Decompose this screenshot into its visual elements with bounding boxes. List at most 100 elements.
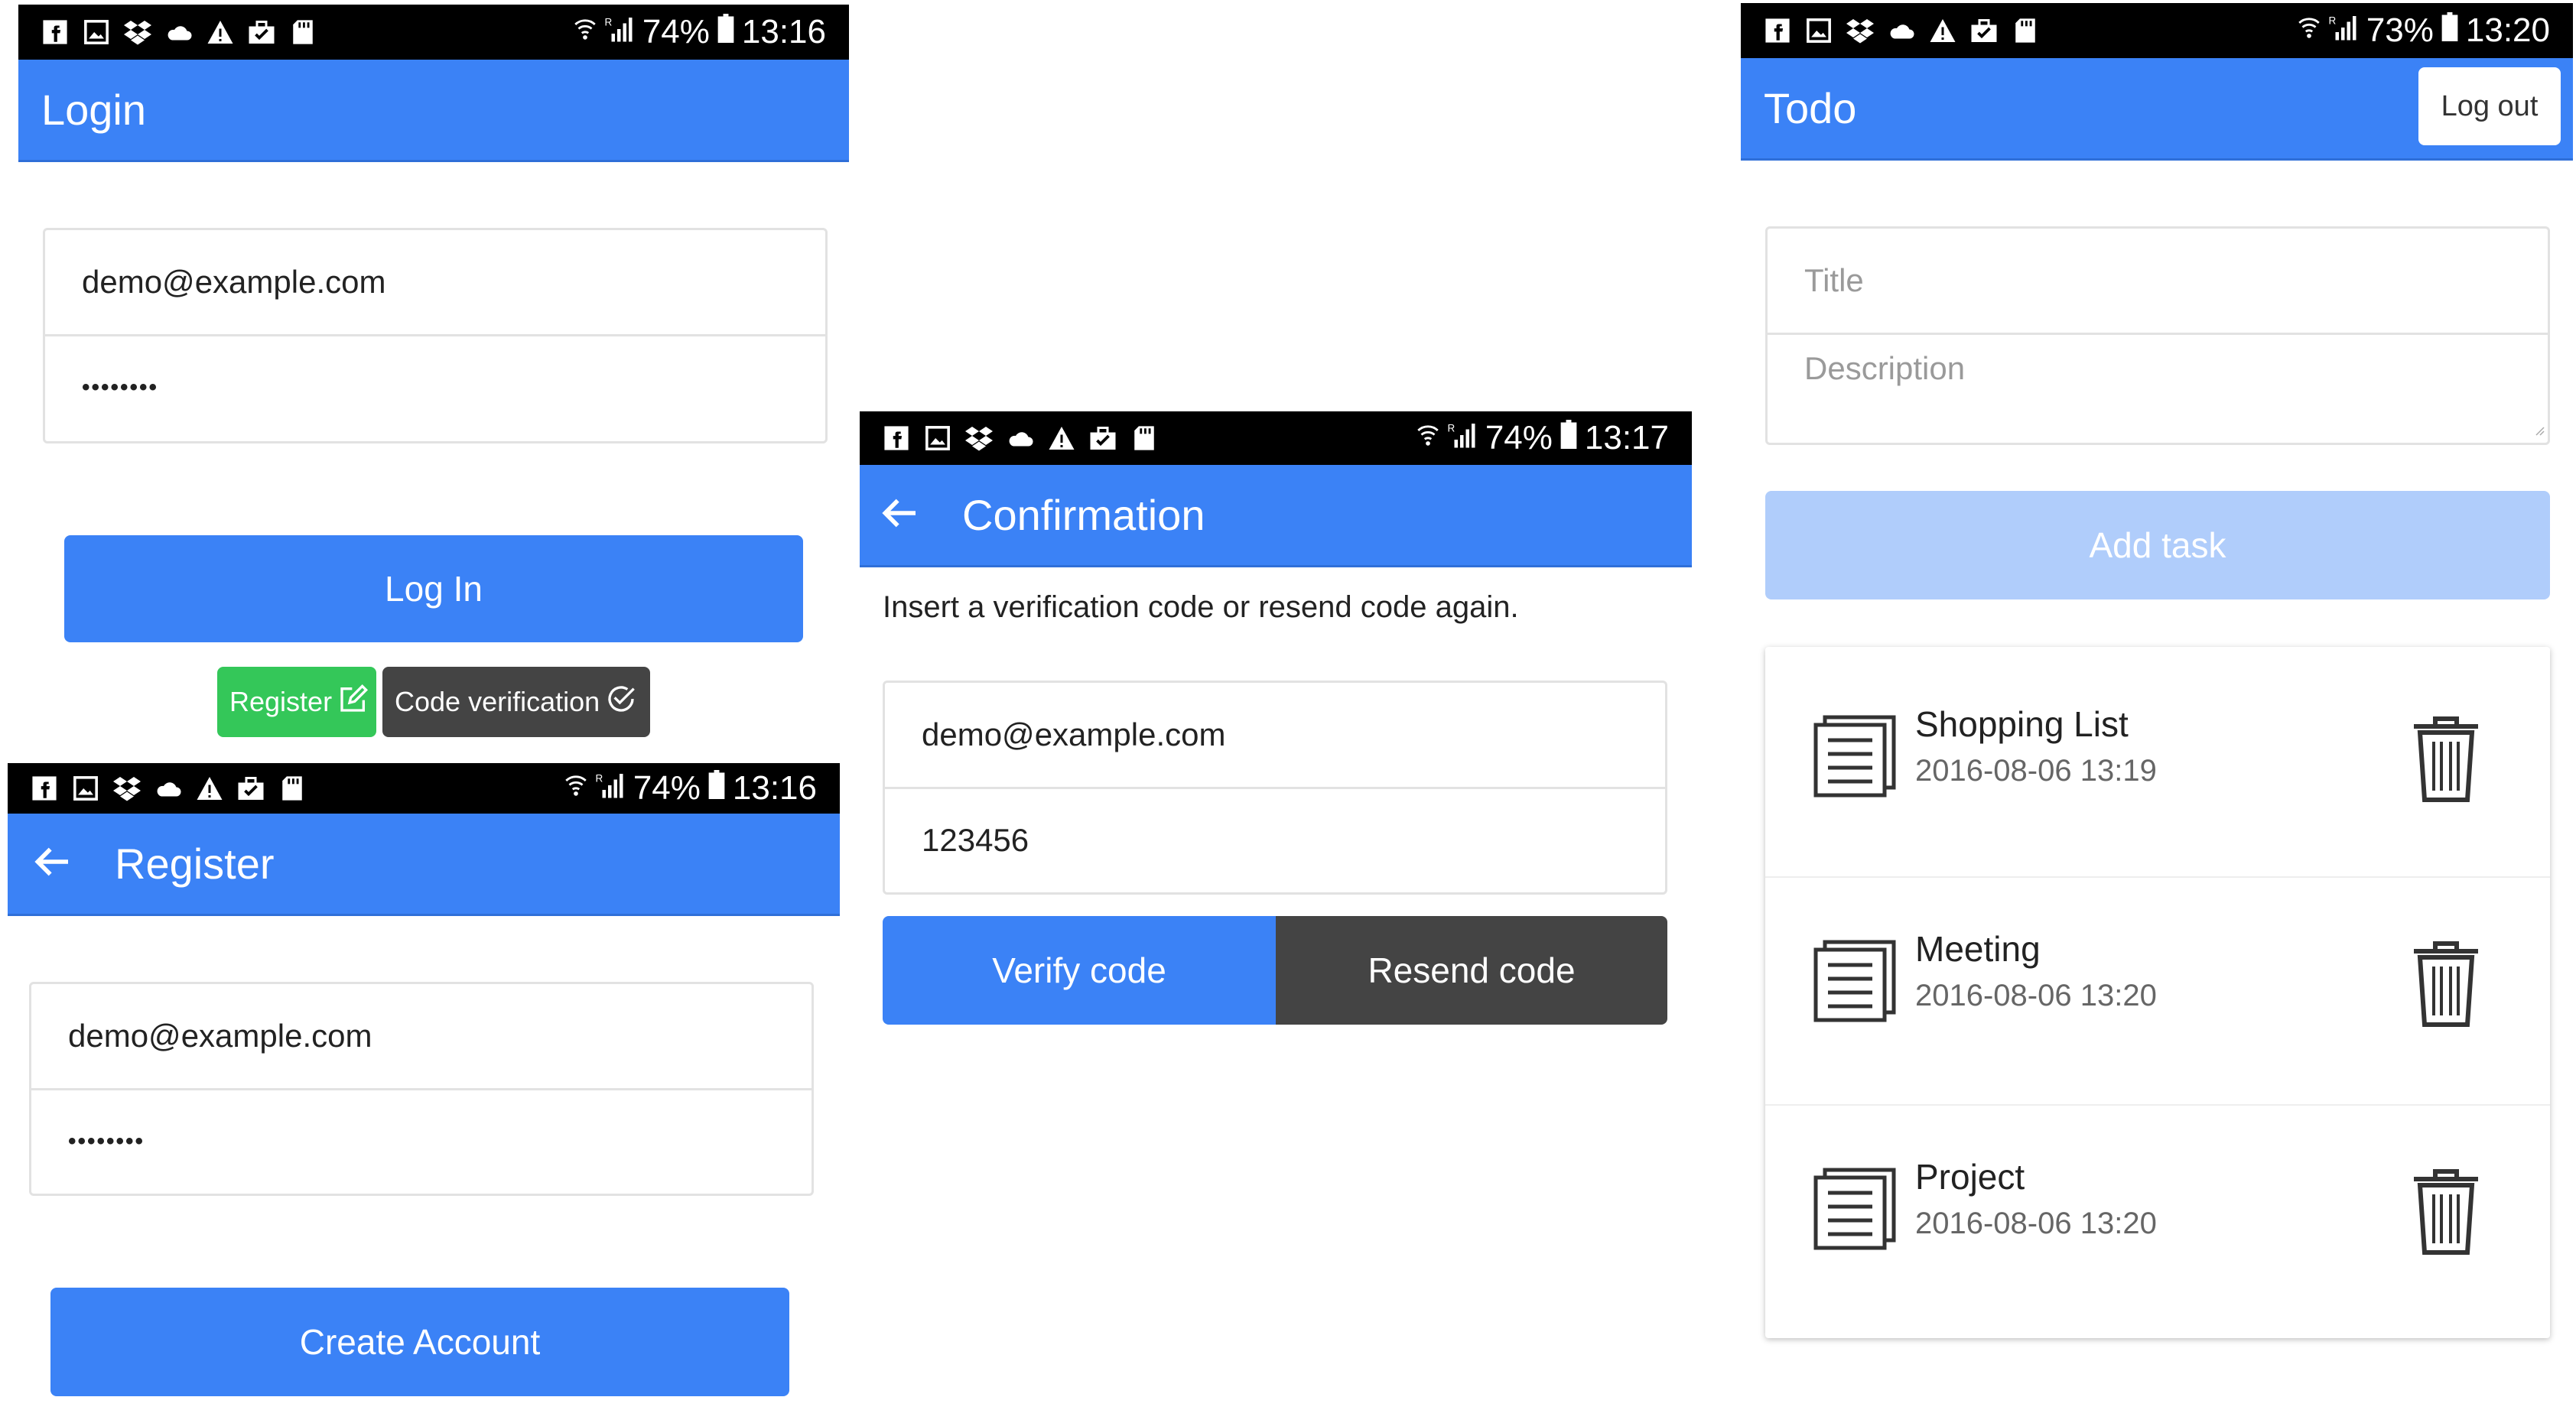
page-title: Register	[115, 840, 275, 888]
page-title: Login	[41, 86, 147, 134]
cloud-icon	[165, 18, 193, 46]
task-title: Project	[1915, 1157, 2025, 1197]
page-title: Todo	[1764, 84, 1857, 132]
status-right: R 74% 13:17	[1416, 419, 1669, 457]
note-icon	[1811, 713, 1897, 798]
confirmation-screen: R 74% 13:17 Confirmation Insert a verifi…	[860, 411, 1692, 1038]
gallery-icon	[924, 424, 951, 452]
email-field[interactable]: demo@example.com	[45, 230, 825, 334]
warning-icon	[196, 775, 223, 802]
warning-icon	[207, 18, 234, 46]
dropbox-icon	[124, 18, 151, 46]
warning-icon	[1048, 424, 1075, 452]
task-item[interactable]: Meeting 2016-08-06 13:20	[1765, 879, 2550, 1106]
register-button[interactable]: Register	[217, 667, 376, 737]
facebook-icon	[883, 424, 910, 452]
trash-icon[interactable]	[2411, 714, 2481, 804]
battery-icon	[708, 769, 725, 807]
cloud-icon	[154, 775, 182, 802]
signal-icon: R	[1447, 419, 1478, 457]
note-icon	[1811, 937, 1897, 1023]
back-arrow-icon[interactable]	[31, 840, 115, 887]
facebook-icon	[41, 18, 69, 46]
task-date: 2016-08-06 13:20	[1915, 979, 2157, 1012]
login-button[interactable]: Log In	[64, 535, 803, 642]
login-screen: R 74% 13:16 Login demo@example.com •••••…	[18, 5, 849, 754]
verification-form: demo@example.com 123456	[883, 681, 1667, 895]
sdcard-icon	[278, 775, 306, 802]
battery-percent: 74%	[633, 769, 701, 807]
gallery-icon	[72, 775, 99, 802]
add-task-button[interactable]: Add task	[1765, 491, 2550, 599]
facebook-icon	[1764, 17, 1791, 44]
clock: 13:20	[2465, 11, 2550, 49]
password-field[interactable]: ••••••••	[31, 1088, 812, 1192]
gallery-icon	[1805, 17, 1833, 44]
trash-icon[interactable]	[2411, 939, 2481, 1029]
battery-percent: 74%	[642, 13, 710, 50]
register-form: demo@example.com ••••••••	[29, 982, 814, 1196]
email-field[interactable]: demo@example.com	[885, 683, 1665, 787]
battery-icon	[1560, 419, 1577, 457]
password-field[interactable]: ••••••••	[45, 334, 825, 438]
warning-icon	[1929, 17, 1956, 44]
task-item[interactable]: Shopping List 2016-08-06 13:19	[1765, 651, 2550, 878]
trash-icon[interactable]	[2411, 1167, 2481, 1257]
task-date: 2016-08-06 13:20	[1915, 1207, 2157, 1240]
wifi-icon	[574, 13, 597, 51]
clock: 13:16	[732, 769, 817, 807]
instruction-text: Insert a verification code or resend cod…	[883, 590, 1519, 624]
create-account-button[interactable]: Create Account	[50, 1288, 789, 1396]
app-bar: Register	[8, 814, 840, 916]
wifi-icon	[2298, 11, 2321, 50]
notification-icons	[31, 775, 564, 802]
status-bar: R 73% 13:20	[1741, 3, 2573, 58]
signal-icon: R	[604, 13, 635, 51]
svg-text:R: R	[2328, 15, 2336, 27]
battery-percent: 73%	[2366, 11, 2434, 49]
logout-button[interactable]: Log out	[2418, 67, 2561, 145]
facebook-icon	[31, 775, 58, 802]
task-date: 2016-08-06 13:19	[1915, 754, 2157, 788]
task-list: Shopping List 2016-08-06 13:19 Meeting 2…	[1765, 647, 2550, 1338]
sdcard-icon	[1130, 424, 1158, 452]
task-title: Meeting	[1915, 929, 2041, 969]
notification-icons	[1764, 17, 2298, 44]
description-placeholder: Description	[1804, 350, 1966, 386]
back-arrow-icon[interactable]	[878, 492, 962, 538]
login-form: demo@example.com ••••••••	[43, 228, 828, 443]
new-task-form: Title Description	[1765, 226, 2550, 445]
code-verification-button[interactable]: Code verification	[382, 667, 650, 737]
verify-code-button[interactable]: Verify code	[883, 916, 1276, 1025]
status-bar: R 74% 13:16	[8, 763, 840, 814]
check-circle-icon	[606, 684, 636, 721]
task-item[interactable]: Project 2016-08-06 13:20	[1765, 1106, 2550, 1332]
briefcase-icon	[1089, 424, 1117, 452]
notification-icons	[883, 424, 1416, 452]
code-field[interactable]: 123456	[885, 787, 1665, 891]
code-verification-label: Code verification	[395, 686, 600, 717]
page-title: Confirmation	[962, 491, 1205, 539]
resize-handle-icon[interactable]	[2532, 424, 2545, 440]
briefcase-icon	[1970, 17, 1998, 44]
description-textarea[interactable]: Description	[1768, 333, 2548, 443]
email-field[interactable]: demo@example.com	[31, 984, 812, 1088]
dropbox-icon	[1846, 17, 1874, 44]
battery-icon	[2441, 11, 2458, 50]
signal-icon: R	[595, 769, 626, 807]
gallery-icon	[83, 18, 110, 46]
signal-icon: R	[2328, 11, 2359, 50]
task-title: Shopping List	[1915, 704, 2129, 744]
clock: 13:17	[1584, 419, 1669, 456]
dropbox-icon	[965, 424, 993, 452]
wifi-icon	[564, 769, 587, 807]
status-right: R 74% 13:16	[574, 13, 826, 51]
app-bar: Login	[18, 60, 849, 162]
battery-percent: 74%	[1485, 419, 1553, 456]
title-input[interactable]: Title	[1768, 229, 2548, 333]
resend-code-button[interactable]: Resend code	[1276, 916, 1667, 1025]
clock: 13:16	[741, 13, 826, 50]
app-bar: Todo Log out	[1741, 58, 2573, 161]
svg-text:R: R	[1447, 423, 1455, 434]
svg-text:R: R	[595, 773, 603, 785]
